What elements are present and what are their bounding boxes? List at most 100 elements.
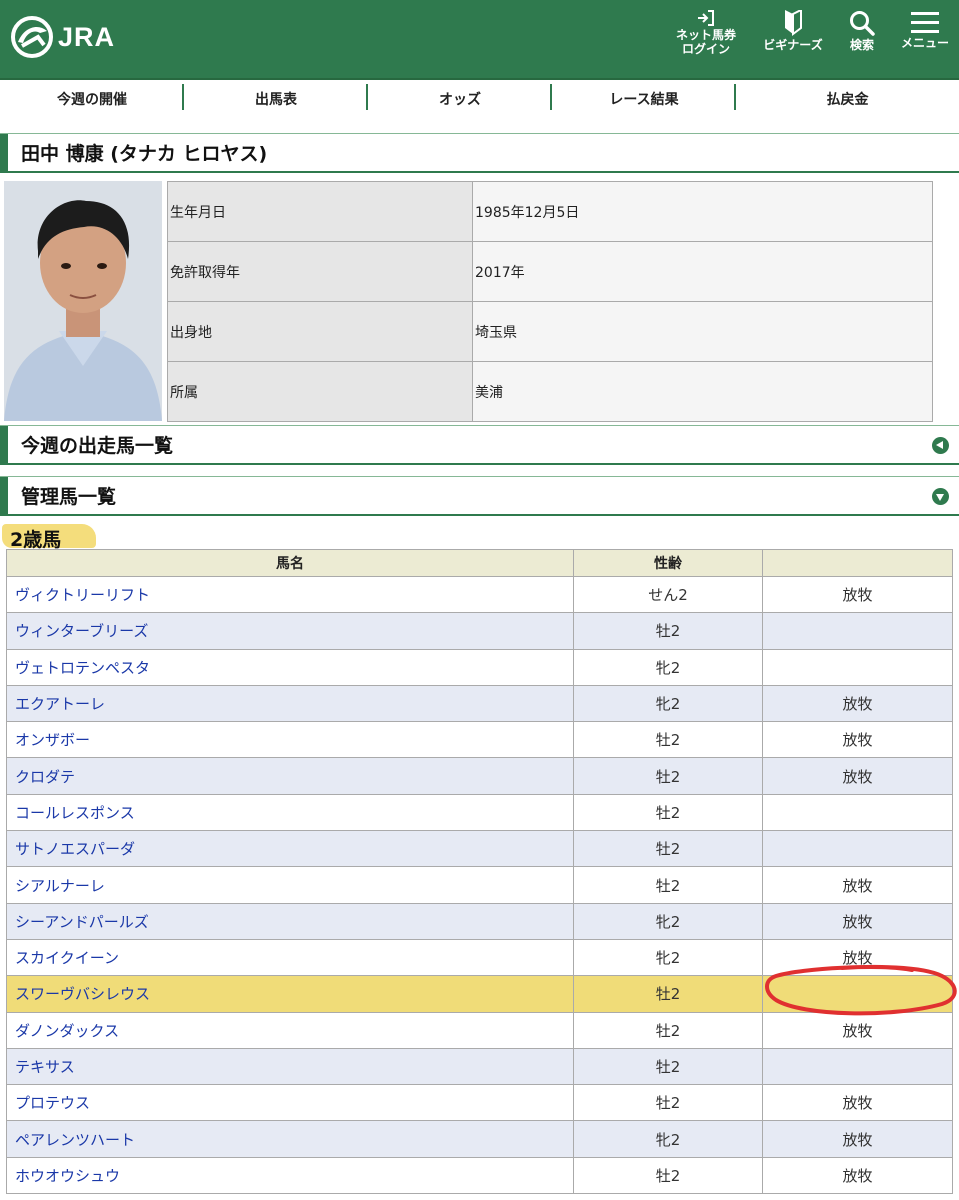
table-row: サトノエスパーダ 牡2 — [6, 830, 953, 868]
login-label-line1: ネット馬券 — [675, 28, 736, 42]
section-bar — [0, 134, 8, 171]
jra-logo[interactable]: JRA — [10, 14, 115, 60]
horse-status: 放牧 — [762, 1084, 953, 1122]
horse-status — [762, 793, 953, 832]
table-row: ダノンダックス 牡2 放牧 — [6, 1011, 953, 1049]
tab-this-week[interactable]: 今週の開催 — [0, 80, 184, 118]
horse-sex-age: 牡2 — [573, 975, 763, 1013]
horse-name-link[interactable]: クロダテ — [6, 757, 574, 795]
horse-status — [762, 612, 953, 650]
table-row: テキサス 牡2 — [6, 1047, 953, 1086]
logo-text: JRA — [58, 21, 116, 52]
horse-name-link[interactable]: シーアンドパールズ — [6, 902, 574, 940]
section-bar — [0, 477, 8, 514]
weekly-runners-title: 今週の出走馬一覧 — [21, 435, 174, 457]
horse-sex-age: 牡2 — [573, 612, 763, 650]
managed-horses-header[interactable]: 管理馬一覧 — [0, 476, 959, 516]
horse-name-link[interactable]: ヴィクトリーリフト — [6, 575, 574, 614]
horse-sex-age: 牝2 — [573, 648, 763, 686]
profile-row: 生年月日 1985年12月5日 — [167, 181, 933, 242]
horse-name-link[interactable]: ウィンターブリーズ — [6, 612, 574, 650]
table-row: ホウオウシュウ 牡2 放牧 — [6, 1156, 953, 1195]
menu-button[interactable]: メニュー — [896, 10, 954, 50]
table-row: クロダテ 牡2 放牧 — [6, 757, 953, 795]
horse-name-link[interactable]: ペアレンツハート — [6, 1120, 574, 1158]
table-row: プロテウス 牡2 放牧 — [6, 1084, 953, 1122]
horse-name-link[interactable]: オンザボー — [6, 721, 574, 759]
menu-label: メニュー — [900, 36, 949, 50]
table-row: コールレスポンス 牡2 — [6, 793, 953, 832]
table-header-row: 馬名 性齢 — [6, 549, 953, 577]
horse-status: 放牧 — [762, 938, 953, 977]
jra-logo-icon — [11, 16, 53, 58]
horse-name-link[interactable]: テキサス — [6, 1047, 574, 1086]
horse-name-link[interactable]: スワーヴバシレウス — [6, 975, 574, 1013]
horse-name-link[interactable]: ホウオウシュウ — [6, 1156, 574, 1195]
net-betting-login-button[interactable]: ネット馬券 ログイン — [672, 10, 740, 56]
expand-left-icon[interactable] — [932, 437, 949, 454]
horse-sex-age: 牡2 — [573, 1011, 763, 1049]
tab-odds[interactable]: オッズ — [368, 80, 552, 118]
horse-name-link[interactable]: プロテウス — [6, 1084, 574, 1122]
main-tabs: 今週の開催 出馬表 オッズ レース結果 払戻金 — [0, 80, 959, 118]
profile-row: 所属 美浦 — [167, 361, 933, 422]
horse-sex-age: 牝2 — [573, 1120, 763, 1158]
collapse-down-icon[interactable] — [932, 488, 949, 505]
horse-sex-age: 牡2 — [573, 721, 763, 759]
birthplace-value: 埼玉県 — [472, 301, 933, 362]
table-row: エクアトーレ 牝2 放牧 — [6, 684, 953, 723]
horse-status: 放牧 — [762, 684, 953, 723]
beginners-button[interactable]: ビギナーズ — [760, 10, 826, 52]
horse-name-link[interactable]: エクアトーレ — [6, 684, 574, 723]
tab-results[interactable]: レース結果 — [552, 80, 736, 118]
affiliation-label: 所属 — [167, 361, 473, 422]
table-row: ヴィクトリーリフト せん2 放牧 — [6, 575, 953, 614]
tab-payouts[interactable]: 払戻金 — [736, 80, 959, 118]
birthdate-value: 1985年12月5日 — [472, 181, 933, 242]
table-row: シアルナーレ 牡2 放牧 — [6, 866, 953, 904]
horse-status: 放牧 — [762, 1120, 953, 1158]
license-year-value: 2017年 — [472, 241, 933, 302]
search-label: 検索 — [849, 38, 874, 52]
horse-name-link[interactable]: ヴェトロテンペスタ — [6, 648, 574, 686]
search-button[interactable]: 検索 — [840, 10, 884, 52]
trainer-profile-table: 生年月日 1985年12月5日 免許取得年 2017年 出身地 埼玉県 所属 美… — [167, 181, 933, 422]
beginners-label: ビギナーズ — [763, 38, 823, 52]
table-row: オンザボー 牡2 放牧 — [6, 721, 953, 759]
search-icon — [850, 11, 875, 36]
trainer-photo — [4, 181, 162, 421]
login-label-line2: ログイン — [681, 42, 730, 56]
age-group-label: 2歳馬 — [2, 520, 96, 551]
horse-sex-age: 牝2 — [573, 684, 763, 723]
horse-sex-age: 牡2 — [573, 757, 763, 795]
horse-name-link[interactable]: サトノエスパーダ — [6, 830, 574, 868]
horse-status — [762, 830, 953, 868]
horse-name-link[interactable]: シアルナーレ — [6, 866, 574, 904]
horse-status: 放牧 — [762, 902, 953, 940]
menu-icon — [911, 12, 939, 33]
horse-sex-age: 牡2 — [573, 793, 763, 832]
table-row: スカイクイーン 牝2 放牧 — [6, 938, 953, 977]
horse-rows: ヴィクトリーリフト せん2 放牧 ウィンターブリーズ 牡2 ヴェトロテンペスタ 牝2 エクアト… — [6, 575, 953, 1195]
beginner-icon — [785, 10, 802, 36]
horse-status: 放牧 — [762, 721, 953, 759]
profile-row: 出身地 埼玉県 — [167, 301, 933, 362]
horse-sex-age: 牡2 — [573, 1156, 763, 1195]
site-header: JRA ネット馬券 ログイン ビギナーズ 検索 メニュー — [0, 0, 959, 80]
horse-status — [762, 975, 953, 1013]
horse-name-link[interactable]: ダノンダックス — [6, 1011, 574, 1049]
column-header-status — [762, 549, 953, 577]
license-year-label: 免許取得年 — [167, 241, 473, 302]
horse-name-link[interactable]: コールレスポンス — [6, 793, 574, 832]
managed-horses-title: 管理馬一覧 — [21, 486, 117, 508]
horse-status: 放牧 — [762, 1156, 953, 1195]
table-row: ペアレンツハート 牝2 放牧 — [6, 1120, 953, 1158]
weekly-runners-header[interactable]: 今週の出走馬一覧 — [0, 425, 959, 465]
horse-name-link[interactable]: スカイクイーン — [6, 938, 574, 977]
tab-entries[interactable]: 出馬表 — [184, 80, 368, 118]
trainer-name: 田中 博康 (タナカ ヒロヤス) — [21, 143, 268, 165]
horse-sex-age: せん2 — [573, 575, 763, 614]
profile-row: 免許取得年 2017年 — [167, 241, 933, 302]
affiliation-value: 美浦 — [472, 361, 933, 422]
column-header-name: 馬名 — [6, 549, 574, 577]
